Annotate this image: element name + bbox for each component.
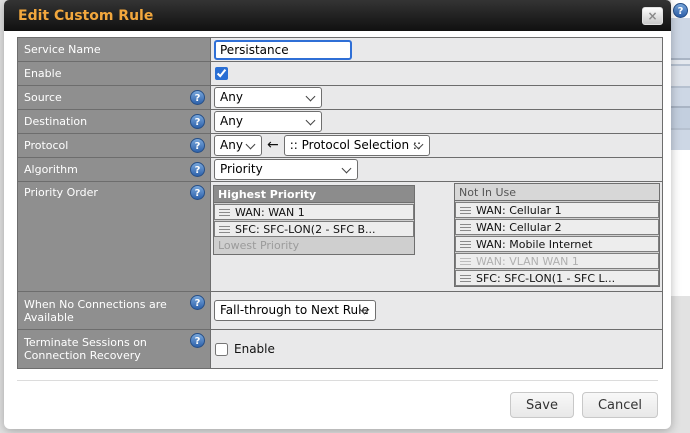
drag-handle-icon[interactable] [219, 225, 230, 233]
priority-item[interactable]: WAN: WAN 1 [214, 204, 414, 220]
service-name-input[interactable] [214, 39, 352, 60]
priority-order-value-cell: Highest Priority WAN: WAN 1 SFC: SFC-LON… [211, 182, 662, 291]
protocol-label-text: Protocol [24, 139, 69, 152]
page-help-icon[interactable]: ? [673, 3, 688, 18]
source-label-text: Source [24, 91, 62, 104]
source-row: Source ? Any [18, 86, 662, 110]
algorithm-label-text: Algorithm [24, 163, 78, 176]
priority-item[interactable]: WAN: Cellular 1 [455, 202, 659, 218]
priority-item-label: WAN: Cellular 1 [476, 203, 562, 217]
help-icon[interactable]: ? [190, 137, 205, 153]
algorithm-value-cell: Priority [211, 158, 662, 181]
source-value-cell: Any [211, 86, 662, 109]
algorithm-label: Algorithm ? [18, 158, 211, 181]
no-connections-label: When No Connections are Available ? [18, 292, 211, 329]
no-connections-select-value: Fall-through to Next Rule [220, 303, 369, 317]
destination-select-value: Any [220, 114, 243, 128]
terminate-checkbox-label: Enable [234, 342, 275, 356]
dialog-titlebar: Edit Custom Rule × [4, 0, 671, 31]
terminate-sessions-label: Terminate Sessions on Connection Recover… [18, 330, 211, 368]
priority-item-label: WAN: WAN 1 [235, 205, 305, 219]
enable-row: Enable [18, 62, 662, 86]
help-icon[interactable]: ? [190, 161, 205, 177]
rule-form-table: Service Name Enable Source ? Any [17, 37, 663, 369]
destination-select[interactable]: Any [214, 111, 322, 132]
close-icon[interactable]: × [642, 7, 663, 25]
priority-item-label: SFC: SFC-LON(1 - SFC L... [476, 271, 616, 285]
no-connections-label-text: When No Connections are Available [24, 297, 167, 324]
terminate-sessions-row: Terminate Sessions on Connection Recover… [18, 330, 662, 368]
help-icon[interactable]: ? [190, 185, 205, 200]
terminate-sessions-value-cell: Enable [211, 330, 662, 368]
protocol-row: Protocol ? Any ← :: Protocol Selection :… [18, 134, 662, 158]
destination-value-cell: Any [211, 110, 662, 133]
protocol-select-value: Any [220, 138, 243, 152]
chevron-down-icon [341, 163, 352, 173]
destination-row: Destination ? Any [18, 110, 662, 134]
chevron-down-icon [305, 115, 316, 125]
cancel-button[interactable]: Cancel [581, 392, 658, 418]
background-page-sliver: ? [671, 0, 690, 433]
source-select-value: Any [220, 90, 243, 104]
help-icon[interactable]: ? [190, 295, 205, 310]
protocol-selection-value: :: Protocol Selection :: [289, 138, 422, 152]
chevron-down-icon [305, 91, 316, 101]
priority-item-label: WAN: Mobile Internet [476, 237, 593, 251]
protocol-select[interactable]: Any [214, 135, 262, 156]
drag-handle-icon[interactable] [219, 208, 230, 216]
help-icon[interactable]: ? [190, 333, 205, 348]
algorithm-row: Algorithm ? Priority [18, 158, 662, 182]
save-button[interactable]: Save [510, 392, 574, 418]
algorithm-select[interactable]: Priority [214, 159, 358, 180]
no-connections-row: When No Connections are Available ? Fall… [18, 292, 662, 330]
drag-handle-icon[interactable] [460, 223, 471, 231]
protocol-selection-select[interactable]: :: Protocol Selection :: [283, 135, 430, 156]
destination-label: Destination ? [18, 110, 211, 133]
priority-item[interactable]: SFC: SFC-LON(1 - SFC L... [455, 270, 659, 286]
help-icon[interactable]: ? [190, 113, 205, 129]
priority-item[interactable]: WAN: Cellular 2 [455, 219, 659, 235]
algorithm-select-value: Priority [220, 162, 263, 176]
destination-label-text: Destination [24, 115, 88, 128]
terminate-checkbox[interactable] [215, 342, 228, 356]
service-name-value-cell [211, 38, 662, 61]
priority-in-use-list: Highest Priority WAN: WAN 1 SFC: SFC-LON… [213, 185, 415, 255]
arrow-left-icon: ← [267, 137, 279, 153]
enable-value-cell [211, 62, 662, 85]
source-label: Source ? [18, 86, 211, 109]
priority-item-disabled[interactable]: WAN: VLAN WAN 1 [455, 253, 659, 269]
priority-order-row: Priority Order ? Highest Priority WAN: W… [18, 182, 662, 292]
dialog-footer: Save Cancel [17, 380, 658, 429]
chevron-down-icon [245, 139, 256, 149]
lowest-priority-footer: Lowest Priority [218, 239, 300, 252]
priority-item-label: SFC: SFC-LON(2 - SFC B... [235, 222, 376, 236]
priority-item-label: WAN: VLAN WAN 1 [476, 254, 579, 268]
source-select[interactable]: Any [214, 87, 322, 108]
no-connections-select[interactable]: Fall-through to Next Rule [214, 300, 376, 321]
priority-item[interactable]: WAN: Mobile Internet [455, 236, 659, 252]
priority-item-label: WAN: Cellular 2 [476, 220, 562, 234]
highest-priority-header: Highest Priority [214, 186, 414, 203]
priority-item[interactable]: SFC: SFC-LON(2 - SFC B... [214, 221, 414, 237]
drag-handle-icon[interactable] [460, 240, 471, 248]
not-in-use-list: Not In Use WAN: Cellular 1 WAN: Cellular… [454, 183, 660, 287]
drag-handle-icon[interactable] [460, 257, 471, 265]
terminate-sessions-label-text: Terminate Sessions on Connection Recover… [24, 336, 147, 362]
enable-label: Enable [18, 62, 211, 85]
priority-order-label: Priority Order ? [18, 182, 211, 291]
service-name-label: Service Name [18, 38, 211, 61]
not-in-use-header: Not In Use [455, 184, 659, 201]
enable-checkbox[interactable] [215, 67, 228, 80]
drag-handle-icon[interactable] [460, 206, 471, 214]
service-name-row: Service Name [18, 38, 662, 62]
priority-order-label-text: Priority Order [24, 186, 98, 199]
no-connections-value-cell: Fall-through to Next Rule [211, 292, 662, 329]
protocol-label: Protocol ? [18, 134, 211, 157]
dialog-title: Edit Custom Rule [18, 7, 154, 24]
protocol-value-cell: Any ← :: Protocol Selection :: [211, 134, 662, 157]
drag-handle-icon[interactable] [460, 274, 471, 282]
edit-custom-rule-dialog: Edit Custom Rule × Service Name Enable S… [4, 0, 671, 429]
help-icon[interactable]: ? [190, 89, 205, 105]
